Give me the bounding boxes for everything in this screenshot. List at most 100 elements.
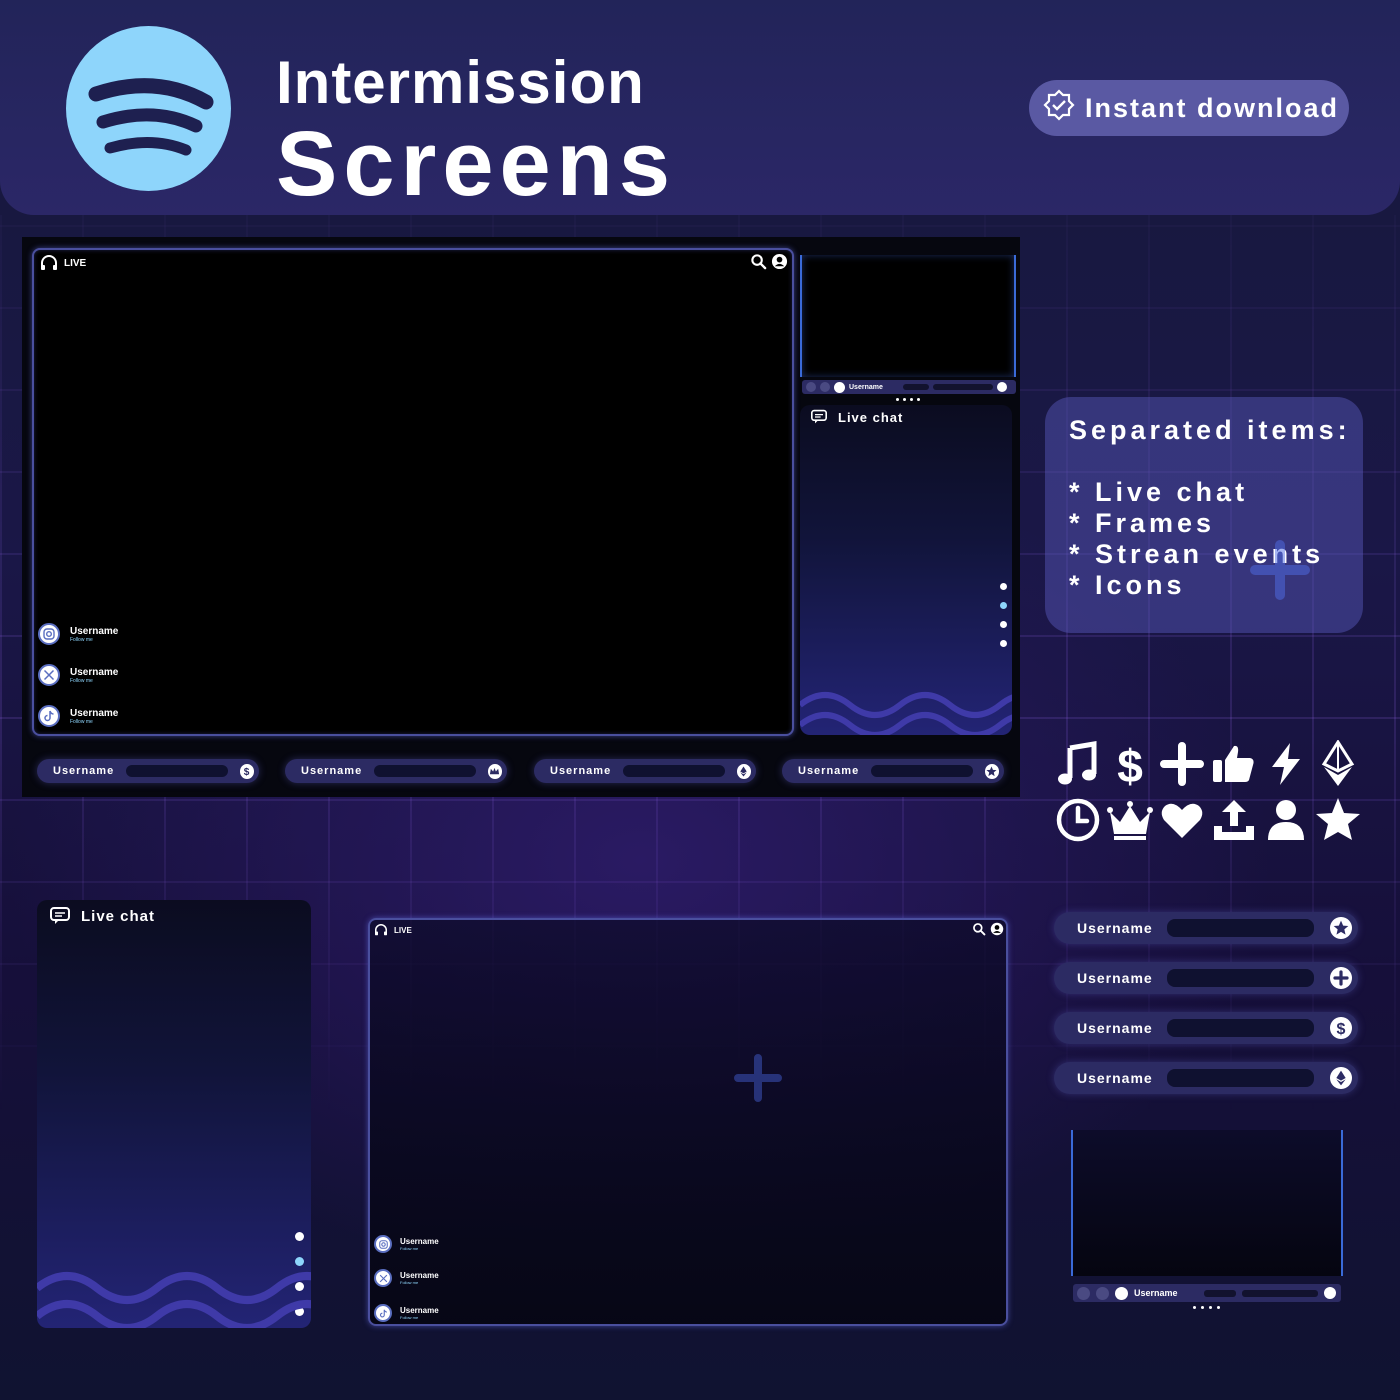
search-icon[interactable] <box>972 922 986 936</box>
prev-button[interactable] <box>1077 1286 1090 1300</box>
social-subtitle: Follow me <box>70 636 93 643</box>
upload-icon <box>1214 800 1254 840</box>
play-icon[interactable] <box>834 381 845 393</box>
alert-progress <box>374 765 476 777</box>
icon-set: $ <box>1054 740 1364 844</box>
social-username: Username <box>70 666 119 678</box>
ethereum-icon <box>1330 1067 1352 1089</box>
social-item: Username Follow me <box>374 1269 439 1287</box>
prev-button[interactable] <box>806 382 816 392</box>
x-twitter-icon <box>374 1269 392 1287</box>
alert-bar: Username <box>285 759 507 783</box>
instagram-icon <box>38 623 60 645</box>
chat-title: Live chat <box>81 907 156 925</box>
player-bar <box>1204 1289 1236 1297</box>
rewind-button[interactable] <box>1096 1286 1109 1300</box>
alert-bar: Username <box>1054 1062 1358 1094</box>
profile-icon[interactable] <box>990 922 1004 936</box>
star-icon <box>984 763 999 779</box>
verified-badge-icon <box>1043 88 1075 128</box>
player-username: Username <box>1134 1288 1178 1298</box>
download-label: Instant download <box>1085 92 1339 123</box>
x-twitter-icon <box>38 664 60 686</box>
webcam-frame <box>800 255 1016 377</box>
alert-progress <box>1167 919 1315 937</box>
chat-bubble-icon <box>50 907 70 924</box>
spotify-logo-icon <box>66 26 231 191</box>
thumbs-up-icon <box>1213 745 1254 782</box>
plus-icon <box>1160 742 1204 786</box>
crown-icon <box>1107 801 1153 840</box>
alert-username: Username <box>1077 970 1153 986</box>
live-indicator: LIVE <box>40 255 86 271</box>
alert-progress <box>1167 1019 1315 1037</box>
music-player: Username <box>802 380 1016 394</box>
dollar-icon: $ <box>239 763 254 779</box>
social-username: Username <box>70 625 119 637</box>
social-subtitle: Follow me <box>400 1246 419 1251</box>
social-item: Username Follow me <box>374 1304 439 1322</box>
svg-text:$: $ <box>1117 740 1143 788</box>
separated-items-box: Separated items: Live chat Frames Strean… <box>1045 397 1363 633</box>
player-username: Username <box>849 383 883 391</box>
social-item: Username Follow me <box>38 664 118 686</box>
alert-username: Username <box>550 765 612 777</box>
alert-username: Username <box>798 765 860 777</box>
ethereum-icon <box>1321 740 1355 786</box>
progress-bar[interactable] <box>933 384 993 390</box>
pagination-dots <box>896 398 920 401</box>
plus-decoration-icon <box>734 1054 782 1102</box>
webcam-frame-large <box>1071 1130 1343 1276</box>
clock-icon <box>1056 798 1100 842</box>
secondary-stream-frame: LIVE Username Follow me Username Follow me… <box>368 918 1008 1326</box>
headphones-icon <box>375 924 387 936</box>
social-item: Username Follow me <box>38 623 118 645</box>
svg-text:$: $ <box>244 767 250 777</box>
list-item: Frames <box>1069 508 1324 539</box>
social-subtitle: Follow me <box>400 1315 419 1320</box>
svg-text:$: $ <box>1337 1021 1346 1036</box>
overlay-mockup: LIVE Username Follow me Username Follow me… <box>22 237 1020 797</box>
social-subtitle: Follow me <box>70 677 93 684</box>
alert-bar: Username $ <box>1054 1012 1358 1044</box>
list-item: Live chat <box>1069 477 1324 508</box>
ethereum-icon <box>736 763 751 779</box>
user-icon <box>1268 800 1304 840</box>
dollar-icon: $ <box>1330 1017 1352 1039</box>
alert-username: Username <box>1077 1020 1153 1036</box>
alert-progress <box>623 765 725 777</box>
live-chat-panel-large: Live chat <box>37 900 311 1328</box>
player-bar <box>903 384 929 390</box>
dollar-icon <box>1324 1287 1336 1299</box>
headphones-icon <box>41 255 57 270</box>
rewind-button[interactable] <box>820 382 830 392</box>
lightning-icon <box>1272 743 1300 785</box>
play-icon[interactable] <box>1115 1286 1128 1300</box>
crown-icon <box>487 763 502 779</box>
star-icon <box>1330 917 1352 939</box>
separated-title: Separated items: <box>1069 415 1351 445</box>
social-username: Username <box>400 1271 439 1280</box>
tiktok-icon <box>374 1304 392 1322</box>
dollar-icon <box>997 382 1007 392</box>
live-indicator: LIVE <box>374 924 412 936</box>
instant-download-button[interactable]: Instant download <box>1029 80 1349 136</box>
music-note-icon <box>1058 741 1097 785</box>
social-subtitle: Follow me <box>400 1280 419 1285</box>
title-line2: Screens <box>276 113 677 215</box>
progress-bar[interactable] <box>1242 1289 1318 1297</box>
alert-bar: Username $ <box>37 759 259 783</box>
alert-progress <box>871 765 973 777</box>
heart-icon <box>1161 803 1203 838</box>
star-icon <box>1316 798 1360 840</box>
alert-username: Username <box>1077 920 1153 936</box>
social-username: Username <box>400 1306 439 1315</box>
profile-icon[interactable] <box>771 253 788 270</box>
chat-header: Live chat <box>810 409 903 425</box>
alert-bar: Username <box>782 759 1004 783</box>
chat-scroll-dots[interactable] <box>1000 583 1007 647</box>
search-icon[interactable] <box>750 253 767 270</box>
live-label: LIVE <box>64 257 87 269</box>
plus-icon <box>1330 967 1352 989</box>
header-banner: Intermission Screens Instant download <box>0 0 1400 215</box>
